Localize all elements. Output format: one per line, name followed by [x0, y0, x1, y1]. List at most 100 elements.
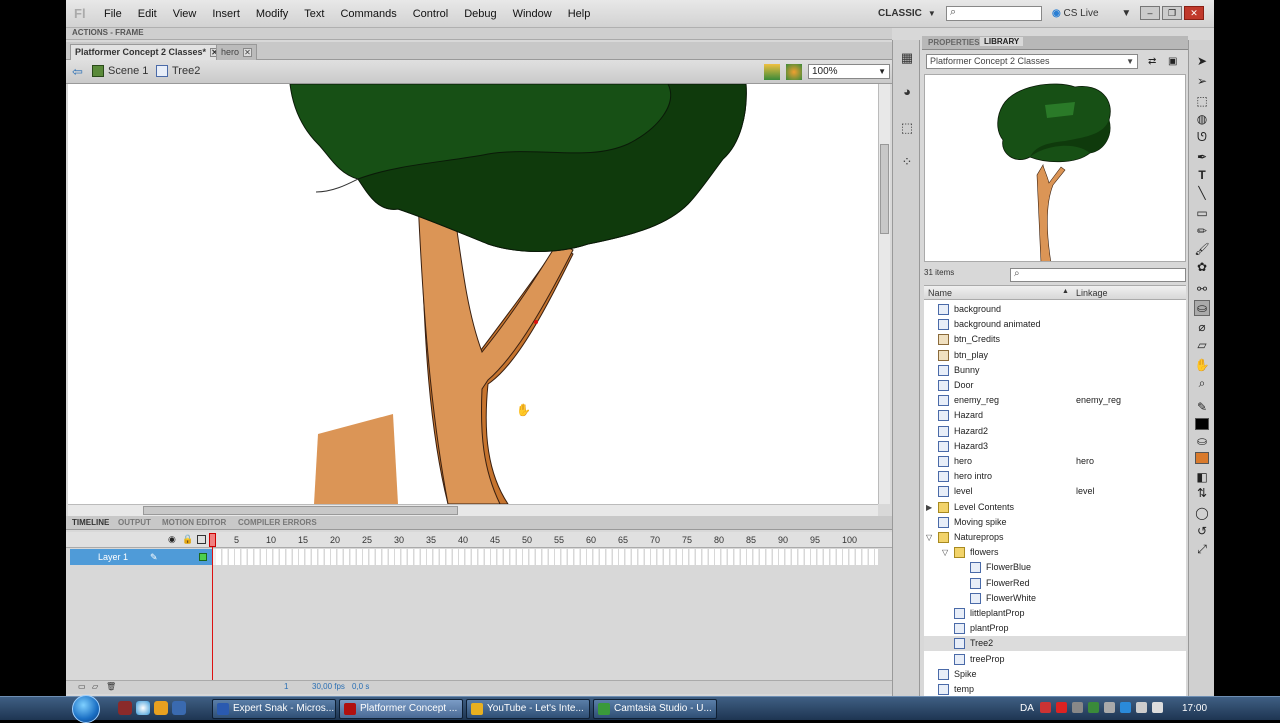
show-desktop-icon[interactable]	[172, 701, 186, 715]
actions-panel-title[interactable]: ACTIONS - FRAME	[66, 28, 892, 40]
menu-file[interactable]: File	[96, 8, 130, 20]
library-item[interactable]: enemy_reg enemy_reg	[924, 393, 1186, 408]
taskbar-window-button[interactable]: Platformer Concept ...	[339, 699, 463, 719]
tab-library[interactable]: LIBRARY	[980, 37, 1024, 46]
tab-timeline[interactable]: TIMELINE	[72, 518, 109, 527]
text-tool-icon[interactable]: T	[1194, 168, 1210, 184]
breadcrumb-scene[interactable]: Scene 1	[92, 65, 148, 77]
tab-motion-editor[interactable]: MOTION EDITOR	[162, 518, 226, 527]
library-item-list[interactable]: background background animated btn_Credits…	[924, 300, 1186, 696]
lock-icon[interactable]: 🔒	[182, 534, 193, 545]
column-name[interactable]: Name	[928, 288, 952, 298]
tab-output[interactable]: OUTPUT	[118, 518, 151, 527]
library-item[interactable]: Hazard	[924, 408, 1186, 423]
timeline-ruler[interactable]: ◉ 🔒 5 10 15 20 25 30 35 40 45 50 55 60 65 70 75 80 85 90 9…	[66, 532, 892, 548]
tray-icon[interactable]	[1104, 702, 1115, 713]
selection-tool-icon[interactable]: ➤	[1194, 54, 1210, 70]
clock[interactable]: 17:00	[1182, 703, 1207, 714]
elapsed-time-value[interactable]: 0,0 s	[352, 682, 369, 691]
hand-tool-icon[interactable]: ✋	[1194, 358, 1210, 374]
workspace-switcher[interactable]: CLASSIC ▼	[878, 8, 936, 19]
new-library-icon[interactable]: ▣	[1168, 56, 1177, 67]
stage-horizontal-scrollbar[interactable]	[68, 504, 878, 516]
edit-scene-icon[interactable]	[764, 64, 780, 80]
library-document-select[interactable]: Platformer Concept 2 Classes ▼	[926, 54, 1138, 69]
folder-icon[interactable]	[154, 701, 168, 715]
tray-icon[interactable]	[1072, 702, 1083, 713]
volume-icon[interactable]	[1136, 702, 1147, 713]
quicklaunch-icon[interactable]	[118, 701, 132, 715]
library-item[interactable]: level level	[924, 484, 1186, 499]
timeline-layer-row[interactable]: Layer 1 ✎	[70, 549, 878, 565]
library-item[interactable]: Door	[924, 378, 1186, 393]
menu-debug[interactable]: Debug	[456, 8, 504, 20]
library-item[interactable]: Hazard2	[924, 424, 1186, 439]
delete-layer-icon[interactable]: 🗑	[106, 682, 116, 691]
tab-document-main[interactable]: Platformer Concept 2 Classes* ✕	[70, 44, 225, 60]
zoom-tool-icon[interactable]: ⌕	[1194, 376, 1210, 392]
transform-panel-icon[interactable]: ⬚	[899, 120, 915, 136]
stroke-color-swatch[interactable]	[1195, 418, 1209, 430]
library-item[interactable]: Spike	[924, 667, 1186, 682]
stage-canvas[interactable]: ✋	[68, 84, 878, 504]
edit-symbols-icon[interactable]	[786, 64, 802, 80]
tab-compiler-errors[interactable]: COMPILER ERRORS	[238, 518, 317, 527]
line-tool-icon[interactable]: ╲	[1194, 186, 1210, 202]
tray-icon[interactable]	[1040, 702, 1051, 713]
library-item[interactable]: treeProp	[924, 652, 1186, 667]
library-item[interactable]: ▶ Level Contents	[924, 500, 1186, 515]
library-item[interactable]: Moving spike	[924, 515, 1186, 530]
paint-bucket-tool-icon[interactable]: ⛀	[1194, 300, 1210, 316]
taskbar-window-button[interactable]: Camtasia Studio - U...	[593, 699, 717, 719]
layer-name[interactable]: Layer 1 ✎	[70, 549, 212, 565]
library-item[interactable]: plantProp	[924, 621, 1186, 636]
tree-artwork[interactable]: ✋	[68, 84, 878, 504]
maximize-button[interactable]: ❐	[1162, 6, 1182, 20]
playhead-handle[interactable]	[209, 533, 216, 547]
color-panel-icon[interactable]: ◕	[899, 84, 915, 100]
library-search-input[interactable]: ⌕	[1010, 268, 1186, 282]
eraser-tool-icon[interactable]: ▱	[1194, 338, 1210, 354]
menu-view[interactable]: View	[165, 8, 205, 20]
library-item[interactable]: Bunny	[924, 363, 1186, 378]
tab-document-hero[interactable]: hero ✕	[216, 44, 258, 60]
3d-rotation-tool-icon[interactable]: ◍	[1194, 112, 1210, 128]
sort-icon[interactable]: ▲	[1062, 288, 1069, 295]
chrome-icon[interactable]	[136, 701, 150, 715]
library-item[interactable]: Tree2	[924, 636, 1186, 652]
taskbar-window-button[interactable]: YouTube - Let's Inte...	[466, 699, 590, 719]
current-frame-value[interactable]: 1	[284, 682, 288, 691]
menu-commands[interactable]: Commands	[332, 8, 404, 20]
swatches-panel-icon[interactable]: ⁘	[899, 154, 915, 170]
tray-icon[interactable]	[1088, 702, 1099, 713]
bone-tool-icon[interactable]: ⚯	[1194, 282, 1210, 298]
library-item[interactable]: FlowerBlue	[924, 560, 1186, 575]
swap-colors-icon[interactable]: ⇅	[1194, 486, 1210, 502]
menu-help[interactable]: Help	[560, 8, 599, 20]
library-item[interactable]: ▽ flowers	[924, 545, 1186, 560]
library-item[interactable]: Hazard3	[924, 439, 1186, 454]
zoom-select[interactable]: 100% ▼	[808, 64, 890, 79]
free-transform-tool-icon[interactable]: ⬚	[1194, 94, 1210, 110]
collapse-icon[interactable]: ▽	[942, 545, 948, 560]
pencil-tool-icon[interactable]: ✏	[1194, 224, 1210, 240]
taskbar-window-button[interactable]: Expert Snak - Micros...	[212, 699, 336, 719]
library-item[interactable]: temp	[924, 682, 1186, 696]
library-item[interactable]: btn_Credits	[924, 332, 1186, 347]
deco-tool-icon[interactable]: ✿	[1194, 260, 1210, 276]
library-item[interactable]: ▽ Natureprops	[924, 530, 1186, 545]
library-item[interactable]: hero hero	[924, 454, 1186, 469]
brush-tool-icon[interactable]: 🖌	[1194, 242, 1210, 258]
breadcrumb-symbol[interactable]: Tree2	[156, 65, 200, 77]
close-tab-icon[interactable]: ✕	[243, 48, 253, 57]
library-item[interactable]: littleplantProp	[924, 606, 1186, 621]
black-white-icon[interactable]: ◧	[1194, 470, 1210, 486]
new-layer-icon[interactable]: ▭	[78, 682, 86, 691]
library-item[interactable]: FlowerWhite	[924, 591, 1186, 606]
rectangle-tool-icon[interactable]: ▭	[1194, 206, 1210, 222]
start-button[interactable]	[72, 695, 100, 723]
library-item[interactable]: hero intro	[924, 469, 1186, 484]
fill-color-swatch[interactable]	[1195, 452, 1209, 464]
smooth-icon[interactable]: ↺	[1194, 524, 1210, 540]
menu-text[interactable]: Text	[296, 8, 332, 20]
